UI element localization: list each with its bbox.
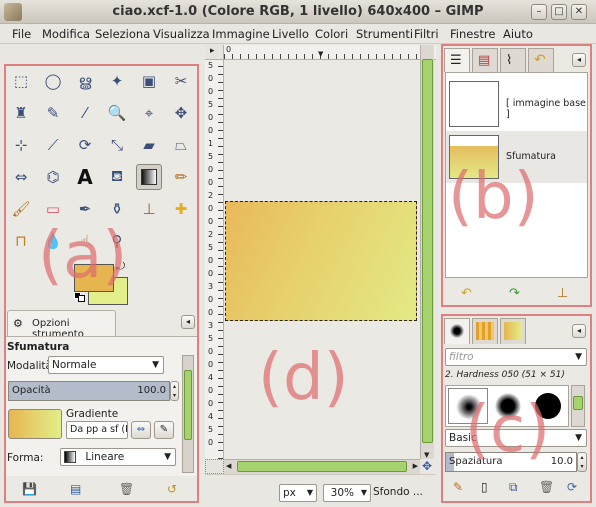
menu-file[interactable]: File xyxy=(12,27,31,41)
ruler-digit: 5 xyxy=(208,100,214,109)
ruler-digit: 0 xyxy=(208,269,214,278)
annotation-label-a: (a) xyxy=(38,219,128,293)
annotation-label-d: (d) xyxy=(258,341,349,415)
unit-select[interactable]: px ▼ xyxy=(279,484,317,502)
ruler-digit: 0 xyxy=(208,386,214,395)
quick-mask-toggle[interactable] xyxy=(205,459,224,474)
menu-colori[interactable]: Colori xyxy=(315,27,348,41)
menu-arrow-icon[interactable]: ▸ xyxy=(210,46,215,56)
ruler-digit: 0 xyxy=(208,347,214,356)
ruler-digit: 0 xyxy=(208,295,214,304)
scroll-down-arrow-icon[interactable]: ▼ xyxy=(424,451,429,459)
vertical-ruler: 5 0 0 5 0 0 1 5 0 0 2 0 0 2 5 0 0 3 0 0 3 5 0 0 4 0 0 4 5 0 xyxy=(205,60,224,459)
ruler-zero-label: 0 xyxy=(226,45,232,54)
navigate-icon[interactable]: ✥ xyxy=(420,459,434,474)
vertical-scrollbar-thumb[interactable] xyxy=(422,59,433,443)
ruler-digit: 0 xyxy=(208,178,214,187)
ruler-digit: 0 xyxy=(208,204,214,213)
ruler-digit: 2 xyxy=(208,230,214,239)
menu-aiuto[interactable]: Aiuto xyxy=(503,27,533,41)
ruler-digit: 0 xyxy=(208,87,214,96)
ruler-digit: 0 xyxy=(208,256,214,265)
ruler-digit: 5 xyxy=(208,243,214,252)
maximize-button[interactable]: □ xyxy=(551,4,567,20)
scroll-right-arrow-icon[interactable]: ▶ xyxy=(413,462,418,470)
status-layer-label: Sfondo ... xyxy=(373,486,423,498)
ruler-digit: 5 xyxy=(208,152,214,161)
ruler-digit: 0 xyxy=(208,399,214,408)
ruler-digit: 4 xyxy=(208,412,214,421)
chevron-down-icon: ▼ xyxy=(360,488,367,497)
menu-livello[interactable]: Livello xyxy=(272,27,309,41)
ruler-digit: 0 xyxy=(208,217,214,226)
gimp-window: ciao.xcf-1.0 (Colore RGB, 1 livello) 640… xyxy=(0,0,596,507)
close-button[interactable]: ✕ xyxy=(571,4,587,20)
window-title: ciao.xcf-1.0 (Colore RGB, 1 livello) 640… xyxy=(112,4,484,19)
ruler-digit: 1 xyxy=(208,139,214,148)
horizontal-scrollbar[interactable]: ◀ ▶ xyxy=(224,459,420,474)
title-bar: ciao.xcf-1.0 (Colore RGB, 1 livello) 640… xyxy=(0,0,596,24)
horizontal-ruler: 0 ▼ xyxy=(224,45,436,60)
ruler-digit: 0 xyxy=(208,438,214,447)
menu-modifica[interactable]: Modifica xyxy=(42,27,90,41)
menu-filtri[interactable]: Filtri xyxy=(414,27,439,41)
canvas-corner: ▸ xyxy=(205,45,224,60)
menu-strumenti[interactable]: Strumenti xyxy=(356,27,413,41)
ruler-digit: 0 xyxy=(208,126,214,135)
scroll-left-arrow-icon[interactable]: ◀ xyxy=(226,462,231,470)
menu-bar: File Modifica Seleziona Visualizza Immag… xyxy=(0,24,596,44)
chevron-down-icon: ▼ xyxy=(306,488,313,497)
menu-finestre[interactable]: Finestre xyxy=(450,27,495,41)
annotation-label-c: (c) xyxy=(465,393,551,467)
ruler-digit: 3 xyxy=(208,321,214,330)
annotation-label-b: (b) xyxy=(448,160,539,234)
status-bar: px ▼ 30% ▼ Sfondo ... xyxy=(205,474,436,507)
ruler-digit: 5 xyxy=(208,334,214,343)
ruler-digit: 4 xyxy=(208,373,214,382)
image-canvas[interactable] xyxy=(225,201,417,321)
ruler-digit: 0 xyxy=(208,113,214,122)
horizontal-scrollbar-thumb[interactable] xyxy=(237,461,407,472)
ruler-digit: 0 xyxy=(208,74,214,83)
ruler-digit: 5 xyxy=(208,61,214,70)
menu-seleziona[interactable]: Seleziona xyxy=(95,27,150,41)
zoom-select[interactable]: 30% ▼ xyxy=(323,484,371,502)
vertical-scrollbar[interactable]: ▼ xyxy=(420,45,434,459)
ruler-digit: 3 xyxy=(208,282,214,291)
ruler-digit: 0 xyxy=(208,360,214,369)
ruler-digit: 0 xyxy=(208,308,214,317)
minimize-button[interactable]: – xyxy=(531,4,547,20)
ruler-ticks xyxy=(224,54,436,59)
ruler-position-marker: ▼ xyxy=(318,50,324,58)
menu-immagine[interactable]: Immagine xyxy=(212,27,270,41)
ruler-digit: 5 xyxy=(208,425,214,434)
ruler-digit: 2 xyxy=(208,191,214,200)
menu-visualizza[interactable]: Visualizza xyxy=(153,27,210,41)
ruler-ticks xyxy=(218,60,223,459)
ruler-digit: 0 xyxy=(208,165,214,174)
